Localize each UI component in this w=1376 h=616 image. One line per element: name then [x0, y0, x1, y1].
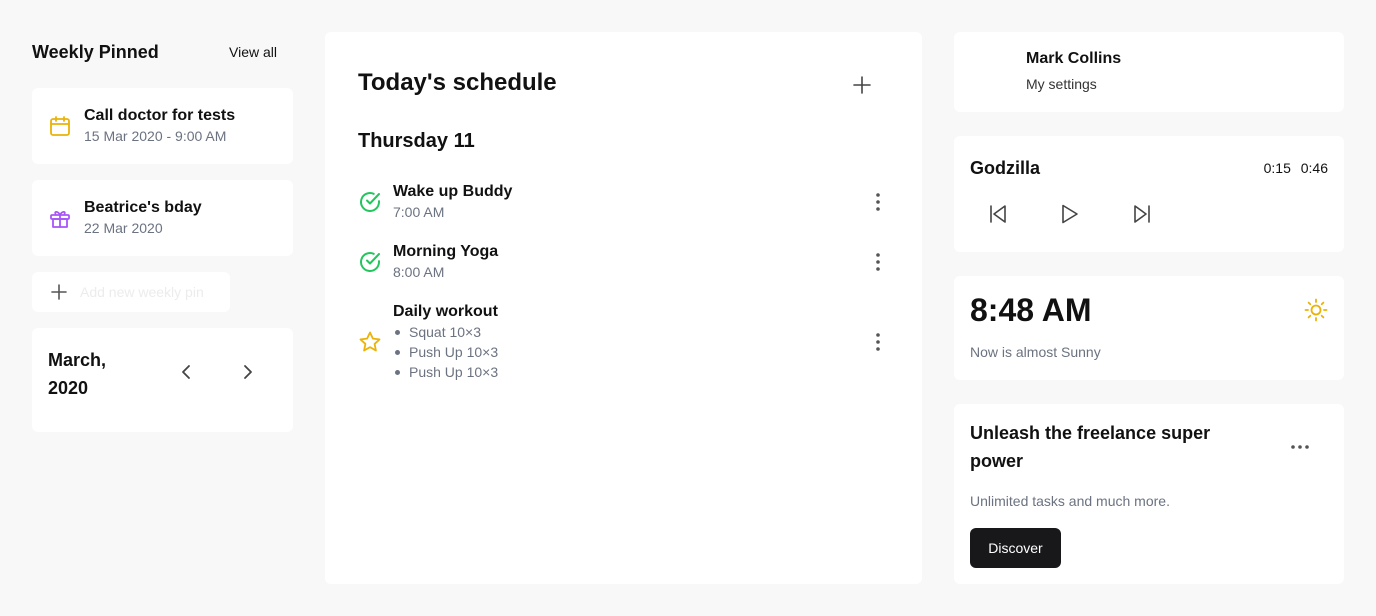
- pin-card[interactable]: Beatrice's bday 22 Mar 2020: [32, 180, 293, 256]
- task-title: Wake up Buddy: [393, 183, 513, 200]
- task-body: Wake up Buddy 7:00 AM: [393, 182, 512, 222]
- play-icon[interactable]: [1057, 202, 1081, 226]
- pinned-header: Weekly Pinned View all: [32, 32, 293, 72]
- pin-text: Beatrice's bday 22 Mar 2020: [84, 198, 202, 238]
- elapsed-time: 0:15: [1263, 160, 1291, 176]
- check-circle-icon: [360, 192, 380, 212]
- promo-description: Unlimited tasks and much more.: [970, 493, 1170, 509]
- schedule-day: Thursday 11: [358, 130, 475, 152]
- calendar-month: March, 2020: [48, 350, 107, 398]
- chevron-left-icon[interactable]: [176, 362, 196, 382]
- task-body: Daily workout Squat 10×3 Push Up 10×3 Pu…: [393, 302, 498, 382]
- pin-text: Call doctor for tests 15 Mar 2020 - 9:00…: [84, 106, 235, 146]
- pinned-title: Weekly Pinned: [32, 41, 159, 62]
- task-title: Daily workout: [393, 303, 498, 320]
- chevron-right-icon[interactable]: [238, 362, 258, 382]
- more-vertical-icon[interactable]: [866, 190, 890, 214]
- star-icon: [359, 331, 381, 352]
- schedule-panel: Today's schedule Thursday 11 Wake up Bud…: [325, 32, 922, 584]
- task-subitems: Squat 10×3 Push Up 10×3 Push Up 10×3: [393, 322, 498, 382]
- add-weekly-pin-label: Add new weekly pin: [80, 284, 204, 300]
- pin-date: 22 Mar 2020: [84, 220, 163, 236]
- task-title: Morning Yoga: [393, 243, 499, 260]
- task-body: Morning Yoga 8:00 AM: [393, 242, 498, 282]
- add-task-icon[interactable]: [851, 74, 873, 96]
- task-time: 7:00 AM: [393, 204, 445, 220]
- profile-name: Mark Collins: [1026, 50, 1122, 67]
- more-horizontal-icon[interactable]: [1288, 435, 1312, 459]
- task-subitem: Squat 10×3: [393, 322, 498, 342]
- plus-icon: [51, 284, 67, 300]
- track-title: Godzilla: [970, 158, 1041, 178]
- task-subitem: Push Up 10×3: [393, 362, 498, 382]
- pin-title: Call doctor for tests: [84, 107, 236, 124]
- sun-icon: [1304, 298, 1328, 322]
- music-player-card: Godzilla 0:15 0:46: [954, 136, 1344, 252]
- discover-button[interactable]: Discover: [970, 528, 1061, 568]
- weather-description: Now is almost Sunny: [970, 344, 1101, 360]
- profile-card: Mark Collins My settings: [954, 32, 1344, 112]
- track-duration: 0:46: [1300, 160, 1328, 176]
- pin-date: 15 Mar 2020 - 9:00 AM: [84, 128, 227, 144]
- track-times: 0:15 0:46: [1264, 160, 1328, 176]
- more-vertical-icon[interactable]: [866, 330, 890, 354]
- my-settings-link[interactable]: My settings: [1026, 76, 1097, 92]
- pin-title: Beatrice's bday: [84, 199, 202, 216]
- skip-back-icon[interactable]: [986, 202, 1010, 226]
- right-panel: Mark Collins My settings Godzilla 0:15 0…: [954, 32, 1344, 584]
- calendar-card: March, 2020: [32, 328, 293, 432]
- gift-icon: [50, 210, 70, 228]
- weekly-pinned-section: Weekly Pinned View all Call doctor for t…: [32, 32, 293, 432]
- weather-card: 8:48 AM Now is almost Sunny: [954, 276, 1344, 380]
- add-weekly-pin-button[interactable]: Add new weekly pin: [32, 272, 230, 312]
- task-time: 8:00 AM: [393, 264, 445, 280]
- skip-forward-icon[interactable]: [1130, 202, 1154, 226]
- schedule-title: Today's schedule: [358, 69, 557, 96]
- task-subitem: Push Up 10×3: [393, 342, 498, 362]
- calendar-icon: [50, 116, 70, 136]
- check-circle-icon: [360, 252, 380, 272]
- pin-card[interactable]: Call doctor for tests 15 Mar 2020 - 9:00…: [32, 88, 293, 164]
- view-all-link[interactable]: View all: [229, 44, 277, 60]
- promo-card: Unleash the freelance super power Unlimi…: [954, 404, 1344, 584]
- more-vertical-icon[interactable]: [866, 250, 890, 274]
- clock-time: 8:48 AM: [970, 292, 1092, 328]
- promo-title: Unleash the freelance super power: [970, 423, 1211, 471]
